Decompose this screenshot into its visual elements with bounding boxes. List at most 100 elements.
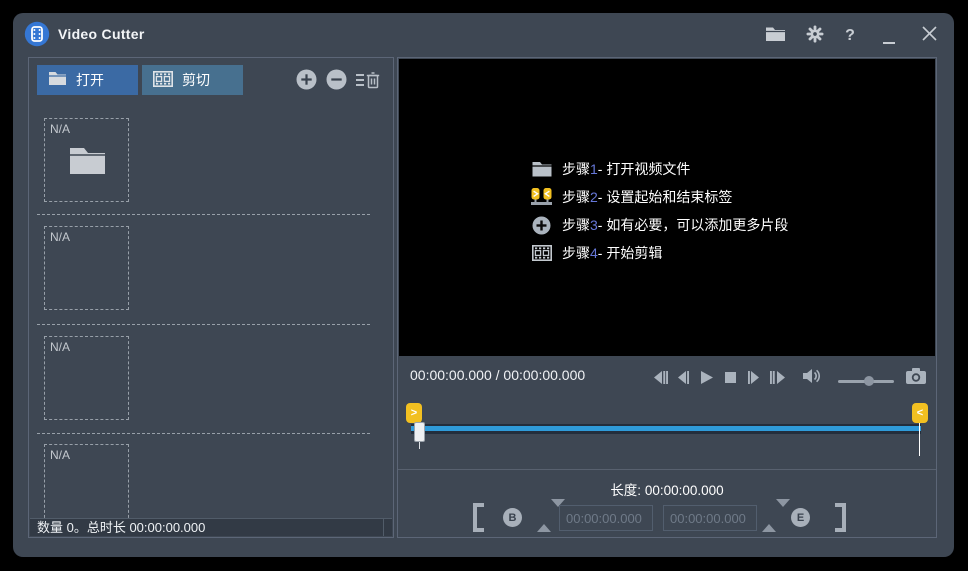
instruction-steps: 步骤 1 - 打开视频文件 [531,155,788,267]
clip-label: N/A [50,122,70,136]
trim-controls: B E [398,503,936,533]
skip-forward-button[interactable] [770,371,785,389]
playhead-handle[interactable] [414,422,425,442]
clip-label: N/A [50,340,70,354]
cut-video-button[interactable]: 剪切 [142,65,243,95]
length-row: 长度: 00:00:00.000 [398,479,936,499]
step-number: 1 [590,161,598,177]
clear-list-button[interactable] [356,70,380,90]
folder-icon [531,161,552,177]
plus-icon [296,69,317,90]
clip-label: N/A [50,230,70,244]
minus-icon [326,69,347,90]
step-row-1: 步骤 1 - 打开视频文件 [531,155,788,183]
length-label: 长度: [610,483,641,498]
end-time-stepper[interactable] [762,507,777,529]
set-end-button[interactable]: E [791,508,810,527]
step-row-3: 步骤 3 - 如有必要，可以添加更多片段 [531,211,788,239]
add-circle-icon [531,216,552,235]
clip-list-panel: 打开 剪切 [28,57,394,538]
step-text: - 打开视频文件 [598,159,691,179]
step-text: - 设置起始和结束标签 [598,187,733,207]
stepper-up-icon[interactable] [537,507,551,532]
player-panel: 步骤 1 - 打开视频文件 [397,57,937,538]
clip-slot-2[interactable]: N/A [44,226,129,310]
close-button[interactable] [916,24,942,48]
stop-button[interactable] [725,371,736,389]
help-icon: ? [845,27,855,45]
window-title: Video Cutter [58,26,145,42]
app-logo-icon [24,21,50,47]
trim-section: 长度: 00:00:00.000 B E [398,470,936,539]
step-row-2: 步骤 2 - 设置起始和结束标签 [531,183,788,211]
begin-time-stepper[interactable] [537,507,552,529]
clip-slot-3[interactable]: N/A [44,336,129,420]
step-number: 2 [590,189,598,205]
status-bar: 数量 0。总时长 00:00:00.000 [30,518,392,536]
volume-thumb[interactable] [864,376,874,386]
transport-bar: 00:00:00.000 / 00:00:00.000 [398,356,936,396]
stepper-down-icon[interactable] [776,499,790,524]
close-bracket-icon [835,503,846,532]
open-button-label: 打开 [76,70,104,90]
timeline-selection [411,426,921,431]
list-separator [37,433,370,434]
open-bracket-icon [473,503,484,532]
timeline-track[interactable] [411,424,921,434]
step-text: - 开始剪辑 [598,243,663,263]
step-number: 4 [590,245,598,261]
stepper-up-icon[interactable] [762,507,776,532]
minimize-icon [883,42,895,44]
help-button[interactable]: ? [837,24,863,48]
app-window: Video Cutter [13,13,954,557]
step-prefix: 步骤 [562,243,590,263]
filmstrip-icon [153,71,173,90]
volume-slider[interactable] [838,376,894,386]
clear-list-icon [356,70,380,90]
playback-time: 00:00:00.000 / 00:00:00.000 [410,367,585,383]
clip-list: N/A N/A N/A N/A [30,99,392,520]
step-number: 3 [590,217,598,233]
add-segment-button[interactable] [296,69,317,90]
folder-icon [48,71,67,89]
length-value: 00:00:00.000 [645,483,724,498]
minimize-button[interactable] [876,24,902,48]
list-separator [37,324,370,325]
previous-frame-button[interactable] [678,371,689,389]
remove-segment-button[interactable] [326,69,347,90]
clip-label: N/A [50,448,70,462]
clip-slot-1[interactable]: N/A [44,118,129,202]
settings-button[interactable] [802,24,828,48]
status-text: 数量 0。总时长 00:00:00.000 [37,520,205,535]
set-begin-button[interactable]: B [503,508,522,527]
titlebar: Video Cutter [13,13,954,57]
begin-end-markers-icon [531,188,552,206]
next-frame-button[interactable] [748,371,759,389]
folder-icon [69,146,106,178]
step-prefix: 步骤 [562,187,590,207]
cut-button-label: 剪切 [182,70,210,90]
end-time-field[interactable] [663,505,757,531]
begin-time-field[interactable] [559,505,653,531]
playhead-line [419,442,420,449]
open-file-button[interactable] [762,24,788,48]
step-text: - 如有必要，可以添加更多片段 [598,215,789,235]
step-prefix: 步骤 [562,215,590,235]
video-display: 步骤 1 - 打开视频文件 [399,59,935,356]
folder-icon [765,26,786,47]
volume-mute-button[interactable] [803,368,823,389]
skip-to-start-button[interactable] [654,371,668,389]
start-marker-flag[interactable]: > [406,403,422,423]
gear-icon [805,24,825,49]
open-video-button[interactable]: 打开 [37,65,138,95]
clip-slot-4[interactable]: N/A [44,444,129,520]
step-prefix: 步骤 [562,159,590,179]
play-button[interactable] [701,371,713,389]
close-icon [922,26,937,46]
timeline[interactable]: > < [398,396,936,469]
end-marker-flag[interactable]: < [912,403,928,423]
list-separator [37,214,370,215]
snapshot-button[interactable] [906,368,926,389]
filmstrip-icon [531,245,552,261]
end-marker-pole [919,423,920,456]
